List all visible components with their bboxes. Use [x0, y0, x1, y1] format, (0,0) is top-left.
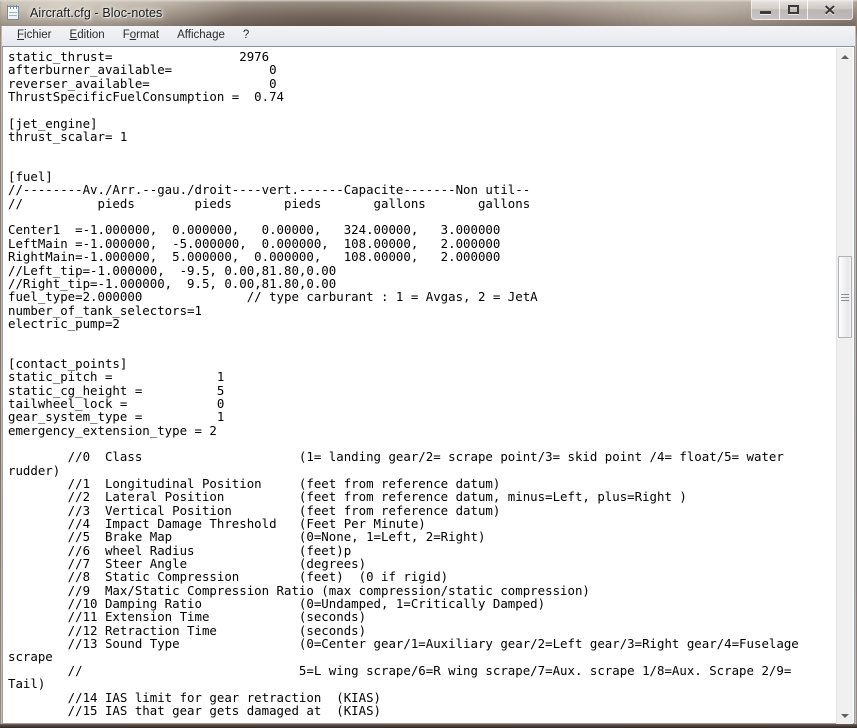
window-controls: ✕: [751, 0, 853, 21]
maximize-icon: [788, 5, 799, 14]
scrollbar-thumb[interactable]: [838, 256, 852, 338]
minimize-button[interactable]: [751, 0, 780, 20]
menu-item-fichier[interactable]: Fichier: [8, 28, 61, 45]
menu-bar: Fichier Edition Format Affichage ?: [2, 26, 855, 46]
scroll-up-arrow-button[interactable]: [837, 48, 853, 65]
close-button[interactable]: ✕: [807, 0, 853, 20]
scroll-down-arrow-icon: [841, 713, 849, 718]
menu-item-help[interactable]: ?: [234, 28, 258, 45]
close-icon: ✕: [823, 1, 837, 18]
notepad-lines-shape: [9, 12, 17, 18]
scrollbar-gripper-icon: [841, 293, 849, 301]
notepad-window: Aircraft.cfg - Bloc-notes ✕ Fichier Edit…: [0, 0, 857, 728]
notepad-spiral-shape: [7, 5, 19, 9]
vertical-scrollbar[interactable]: [836, 48, 853, 724]
menu-item-format[interactable]: Format: [114, 28, 168, 45]
notepad-icon: [6, 5, 22, 21]
window-client-area: Fichier Edition Format Affichage ? stati…: [1, 26, 856, 724]
maximize-button[interactable]: [779, 0, 808, 20]
text-editor[interactable]: static_thrust= 2976 afterburner_availabl…: [3, 47, 837, 723]
editor-text-content: static_thrust= 2976 afterburner_availabl…: [8, 49, 799, 718]
scroll-down-arrow-button[interactable]: [837, 707, 853, 724]
window-title: Aircraft.cfg - Bloc-notes: [30, 6, 163, 20]
menu-item-affichage[interactable]: Affichage: [168, 28, 234, 45]
text-editor-frame: static_thrust= 2976 afterburner_availabl…: [2, 46, 855, 724]
title-bar[interactable]: Aircraft.cfg - Bloc-notes ✕: [0, 0, 857, 26]
scroll-up-arrow-icon: [841, 54, 849, 59]
window-bottom-edge: [0, 724, 857, 728]
menu-item-edition[interactable]: Edition: [61, 28, 114, 45]
minimize-icon: [760, 11, 771, 14]
